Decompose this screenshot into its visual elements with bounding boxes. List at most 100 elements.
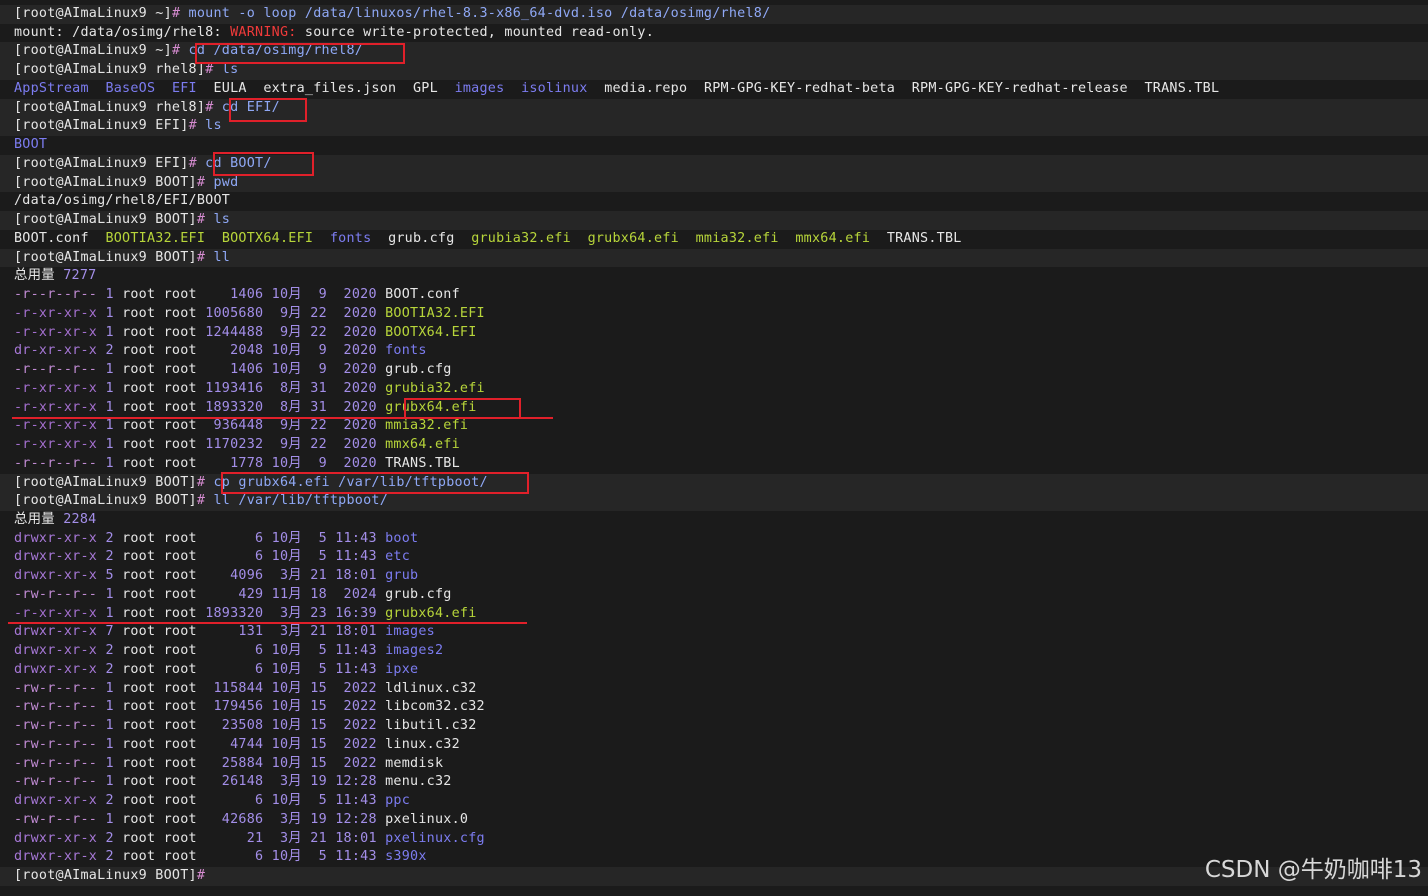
file-permissions: -r--r--r-- bbox=[14, 455, 98, 471]
file-name: boot bbox=[385, 530, 419, 546]
link-count: 1 bbox=[105, 811, 114, 827]
prompt-hash: # bbox=[188, 118, 197, 134]
file-date: 3月 21 18:01 bbox=[263, 568, 377, 584]
ll-row: -r-xr-xr-x 1 root root 1005680 9月 22 202… bbox=[14, 305, 485, 324]
output-text: mount: /data/osimg/rhel8: bbox=[14, 24, 231, 40]
link-count: 5 bbox=[105, 568, 114, 584]
file-size: 131 bbox=[205, 624, 264, 640]
highlight-cp-command bbox=[221, 472, 529, 494]
ls-entry: grubx64.efi bbox=[587, 230, 679, 246]
file-size: 1893320 bbox=[205, 399, 264, 415]
output-text: /data/osimg/rhel8/EFI/BOOT bbox=[14, 193, 231, 209]
file-date: 8月 31 2020 bbox=[263, 399, 377, 415]
watermark: CSDN @牛奶咖啡13 bbox=[1204, 857, 1422, 883]
prompt-hash: # bbox=[196, 868, 206, 884]
warning-line: mount: /data/osimg/rhel8: WARNING: sourc… bbox=[14, 24, 654, 43]
ll-row: drwxr-xr-x 2 root root 6 10月 5 11:43 ipx… bbox=[14, 661, 418, 680]
ll-row: -rw-r--r-- 1 root root 4744 10月 15 2022 … bbox=[14, 736, 460, 755]
ll-row: -rw-r--r-- 1 root root 25884 10月 15 2022… bbox=[14, 755, 443, 774]
link-count: 1 bbox=[105, 287, 114, 303]
file-size: 2048 bbox=[205, 343, 264, 359]
ll-row: drwxr-xr-x 2 root root 6 10月 5 11:43 ppc bbox=[14, 792, 410, 811]
file-name: ldlinux.c32 bbox=[385, 680, 477, 696]
total-line: 总用量 7277 bbox=[14, 267, 96, 286]
file-date: 10月 15 2022 bbox=[263, 736, 377, 752]
ls-entry: AppStream bbox=[14, 80, 89, 96]
prompt-hash: # bbox=[196, 474, 206, 490]
prompt-text: [root@AImaLinux9 rhel8] bbox=[14, 99, 206, 115]
file-name: linux.c32 bbox=[385, 736, 460, 752]
file-permissions: -rw-r--r-- bbox=[14, 755, 98, 771]
file-owner: root root bbox=[122, 830, 197, 846]
ls-entry: fonts bbox=[329, 230, 372, 246]
ll-row: dr-xr-xr-x 2 root root 2048 10月 9 2020 f… bbox=[14, 342, 427, 361]
link-count: 2 bbox=[105, 343, 114, 359]
ls-entry: RPM-GPG-KEY-redhat-beta bbox=[703, 80, 896, 96]
terminal-window[interactable]: [root@AImaLinux9 ~]# mount -o loop /data… bbox=[0, 0, 1428, 896]
file-size: 21 bbox=[205, 830, 264, 846]
file-name: grubia32.efi bbox=[385, 380, 485, 396]
link-count: 2 bbox=[105, 643, 114, 659]
file-size: 1005680 bbox=[205, 305, 264, 321]
file-date: 10月 15 2022 bbox=[263, 718, 377, 734]
prompt-hash: # bbox=[205, 62, 214, 78]
file-name: libcom32.c32 bbox=[385, 699, 485, 715]
file-date: 10月 15 2022 bbox=[263, 699, 377, 715]
file-date: 10月 5 11:43 bbox=[263, 643, 377, 659]
ll-row: -rw-r--r-- 1 root root 179456 10月 15 202… bbox=[14, 698, 485, 717]
link-count: 7 bbox=[105, 624, 114, 640]
file-size: 115844 bbox=[205, 680, 264, 696]
file-date: 3月 21 18:01 bbox=[263, 830, 377, 846]
ll-row: drwxr-xr-x 2 root root 6 10月 5 11:43 ima… bbox=[14, 642, 443, 661]
file-name: memdisk bbox=[385, 755, 444, 771]
file-owner: root root bbox=[122, 324, 197, 340]
file-permissions: -rw-r--r-- bbox=[14, 586, 98, 602]
file-size: 25884 bbox=[205, 755, 264, 771]
file-permissions: -r-xr-xr-x bbox=[14, 418, 98, 434]
link-count: 2 bbox=[105, 849, 114, 865]
file-owner: root root bbox=[122, 362, 197, 378]
prompt-hash: # bbox=[196, 212, 206, 228]
file-date: 3月 21 18:01 bbox=[263, 624, 377, 640]
underline-grubx64-dest bbox=[8, 622, 527, 624]
file-permissions: -r-xr-xr-x bbox=[14, 380, 98, 396]
prompt-line: [root@AImaLinux9 BOOT]# ll bbox=[0, 248, 1428, 268]
ls-entry: isolinux bbox=[521, 80, 588, 96]
link-count: 1 bbox=[105, 380, 114, 396]
file-name: BOOTX64.EFI bbox=[385, 324, 477, 340]
command-text: ls bbox=[213, 62, 239, 78]
ls-entry: extra_files.json bbox=[263, 80, 397, 96]
link-count: 2 bbox=[105, 661, 114, 677]
file-permissions: -rw-r--r-- bbox=[14, 718, 98, 734]
file-owner: root root bbox=[122, 699, 197, 715]
file-size: 42686 bbox=[205, 811, 264, 827]
prompt-text: [root@AImaLinux9 EFI] bbox=[14, 155, 189, 171]
file-owner: root root bbox=[122, 755, 197, 771]
prompt-hash: # bbox=[188, 155, 197, 171]
prompt-hash: # bbox=[205, 99, 214, 115]
file-date: 10月 5 11:43 bbox=[263, 661, 377, 677]
file-size: 429 bbox=[205, 586, 264, 602]
link-count: 1 bbox=[105, 736, 114, 752]
file-owner: root root bbox=[122, 811, 197, 827]
ls-output-line: AppStream BaseOS EFI EULA extra_files.js… bbox=[14, 80, 1219, 99]
prompt-line: [root@AImaLinux9 BOOT]# cp grubx64.efi /… bbox=[0, 473, 1428, 493]
file-date: 3月 19 12:28 bbox=[263, 811, 377, 827]
ls-entry: mmia32.efi bbox=[695, 230, 779, 246]
file-name: fonts bbox=[385, 343, 427, 359]
file-owner: root root bbox=[122, 718, 197, 734]
total-value: 2284 bbox=[63, 511, 97, 527]
ls-output-line: BOOT.conf BOOTIA32.EFI BOOTX64.EFI fonts… bbox=[14, 230, 962, 249]
file-name: BOOT.conf bbox=[385, 287, 460, 303]
link-count: 1 bbox=[105, 455, 114, 471]
file-size: 6 bbox=[205, 849, 264, 865]
file-name: grub.cfg bbox=[385, 362, 452, 378]
file-owner: root root bbox=[122, 399, 197, 415]
ll-row: drwxr-xr-x 2 root root 6 10月 5 11:43 etc bbox=[14, 548, 410, 567]
file-owner: root root bbox=[122, 624, 197, 640]
link-count: 2 bbox=[105, 793, 114, 809]
file-owner: root root bbox=[122, 793, 197, 809]
total-line: 总用量 2284 bbox=[14, 511, 96, 530]
file-permissions: -rw-r--r-- bbox=[14, 736, 98, 752]
link-count: 1 bbox=[105, 605, 114, 621]
